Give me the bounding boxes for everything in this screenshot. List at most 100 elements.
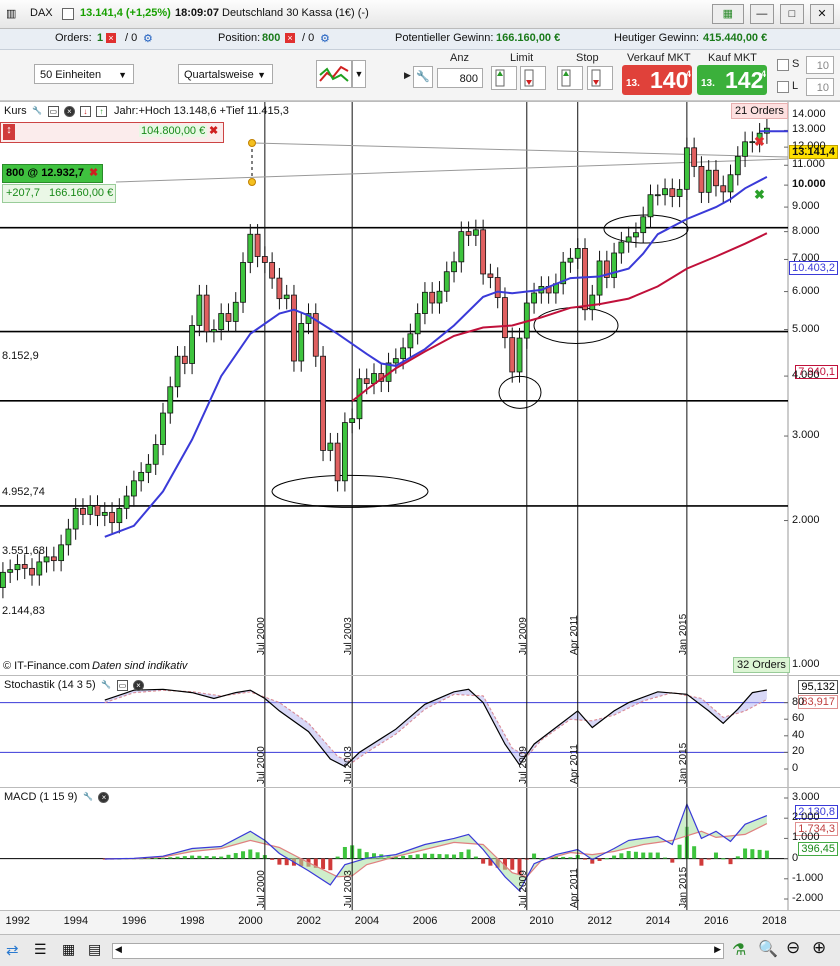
candle-body xyxy=(705,169,712,193)
sell-market-button[interactable]: 13. 140 4 xyxy=(622,65,692,95)
close-position-icon[interactable]: × xyxy=(285,33,295,44)
list-icon[interactable]: ☰ xyxy=(34,941,47,958)
limit-sell-button[interactable] xyxy=(520,66,546,90)
macd-histogram-bar xyxy=(430,853,435,859)
macd-tick-label: -1.000 xyxy=(792,871,824,884)
cancel-orders-icon[interactable]: × xyxy=(106,33,116,44)
window-icon[interactable]: ▭ xyxy=(116,679,128,691)
close-icon[interactable]: × xyxy=(63,105,75,117)
l-checkbox[interactable] xyxy=(777,81,789,93)
candle-body xyxy=(291,294,297,362)
sell-price-prefix: 13. xyxy=(626,78,640,89)
candle-body xyxy=(218,313,225,330)
close-icon[interactable]: × xyxy=(132,679,144,691)
s-checkbox[interactable] xyxy=(777,59,789,71)
l-label: L xyxy=(792,80,799,92)
period-select[interactable]: Quartalsweise ▼ xyxy=(178,64,273,84)
wrench-icon[interactable]: 🔧 xyxy=(31,105,43,117)
stochastic-pane: Stochastik (14 3 5) 🔧 ▭ × 95,132 83,917 … xyxy=(0,675,840,787)
symbol-checkbox[interactable] xyxy=(62,8,74,20)
scroll-left-icon[interactable]: ◀ xyxy=(115,944,122,955)
candle-body xyxy=(422,291,428,314)
candle-body xyxy=(138,471,145,482)
macd-histogram-bar xyxy=(633,851,638,859)
orders-bottom-badge[interactable]: 32 Orders xyxy=(733,657,790,673)
candle-body xyxy=(436,290,443,304)
stop-sell-button[interactable] xyxy=(587,66,613,90)
disclaimer-label: Daten sind indikativ xyxy=(92,660,188,672)
maximize-button[interactable]: □ xyxy=(779,4,804,24)
candle-body xyxy=(327,442,334,451)
s-input[interactable]: 10 xyxy=(806,56,834,74)
quantity-input[interactable]: 800 xyxy=(437,68,483,88)
candle-body xyxy=(211,329,217,333)
position-gear-icon[interactable]: ⚙ xyxy=(320,32,330,45)
units-select-value: 50 Einheiten xyxy=(40,69,102,81)
minimize-button[interactable]: — xyxy=(749,4,774,24)
time-tick-label: 2006 xyxy=(412,915,438,927)
close-icon[interactable]: × xyxy=(98,791,110,803)
macd-histogram-bar xyxy=(641,852,646,859)
candle-body xyxy=(494,277,501,298)
main-chart-pane: ✖ ✖ Kurs 🔧 ▭ × ↓ ↑ Jahr:+Hoch 13.148,6 +T… xyxy=(0,101,840,675)
time-axis[interactable]: 1992 1994 1996 1998 2000 2002 2004 2006 2008 2010… xyxy=(0,910,840,934)
indicator-add-icon[interactable]: ⚗ xyxy=(732,940,746,960)
scroll-right-icon[interactable]: ▶ xyxy=(714,944,721,955)
window-icon[interactable]: ▭ xyxy=(47,105,59,117)
candle-body xyxy=(174,355,181,388)
cancel-stop-icon[interactable]: ✖ xyxy=(209,124,218,137)
macd-histogram-bar xyxy=(764,850,769,859)
layout-icon[interactable]: ▦ xyxy=(711,4,744,24)
wrench-icon[interactable]: 🔧 xyxy=(100,679,112,691)
stop-sell-icon xyxy=(591,69,601,87)
buy-arrow-icon[interactable]: ↑ xyxy=(95,105,107,117)
position-value[interactable]: 800 xyxy=(262,32,280,44)
limit-buy-button[interactable] xyxy=(491,66,517,90)
price-chart[interactable]: ✖✖ xyxy=(0,102,840,675)
orders-top-badge[interactable]: 21 Orders xyxy=(731,103,788,119)
sell-price-suffix: 4 xyxy=(686,69,692,79)
orders-count[interactable]: 1 xyxy=(97,32,103,44)
close-position-tag-icon[interactable]: ✖ xyxy=(89,166,98,179)
time-tick-label: 1996 xyxy=(121,915,147,927)
grid-icon[interactable]: ▦ xyxy=(62,941,75,958)
chart-type-button[interactable] xyxy=(316,60,352,88)
price-tick-label: 8.000 xyxy=(792,224,820,237)
stop-buy-button[interactable] xyxy=(557,66,583,90)
candle-body xyxy=(349,418,356,423)
table-icon[interactable]: ▤ xyxy=(88,941,101,958)
candle-body xyxy=(116,507,123,524)
wrench-icon[interactable]: 🔧 xyxy=(413,66,433,88)
position-tag[interactable]: 800 @ 12.932,7 xyxy=(2,164,103,183)
candle-body xyxy=(662,188,668,196)
close-button[interactable]: ✕ xyxy=(810,4,834,24)
connection-icon[interactable]: ⇄ xyxy=(6,941,19,959)
gear-icon[interactable]: ⚙ xyxy=(143,32,153,45)
zoom-out-icon[interactable]: ⊖ xyxy=(786,938,800,958)
collapse-arrow-icon[interactable]: ▶ xyxy=(404,70,411,81)
zoom-in-icon[interactable]: ⊕ xyxy=(812,938,826,958)
wrench-icon[interactable]: 🔧 xyxy=(82,791,94,803)
candle-body xyxy=(123,495,130,509)
copyright-label: © IT-Finance.com xyxy=(3,660,90,672)
chart-scrollbar[interactable]: ◀ ▶ xyxy=(112,943,724,959)
stochastic-chart[interactable] xyxy=(0,676,840,787)
moving-average-blue xyxy=(104,176,768,538)
candle-body xyxy=(29,567,35,576)
macd-chart[interactable] xyxy=(0,788,840,910)
drag-handle-icon[interactable]: ↕ xyxy=(3,124,15,140)
sell-arrow-icon[interactable]: ↓ xyxy=(79,105,91,117)
macd-histogram-bar xyxy=(728,858,733,865)
level-label: 3.551,68 xyxy=(2,545,45,557)
stoch-tick-label: 20 xyxy=(792,745,805,758)
candle-body xyxy=(21,564,28,569)
candle-body xyxy=(320,355,326,451)
l-input[interactable]: 10 xyxy=(806,78,834,96)
zoom-area-icon[interactable]: 🔍 xyxy=(758,939,778,959)
units-select[interactable]: 50 Einheiten ▼ xyxy=(34,64,134,84)
buy-market-button[interactable]: 13. 142 4 xyxy=(697,65,767,95)
stop-order-tag[interactable]: ↕ 104.800,00 € ✖ xyxy=(0,122,224,143)
candle-body xyxy=(531,292,537,304)
candle-icon: ▥ xyxy=(6,8,17,20)
chart-type-dropdown[interactable]: ▼ xyxy=(352,60,366,88)
